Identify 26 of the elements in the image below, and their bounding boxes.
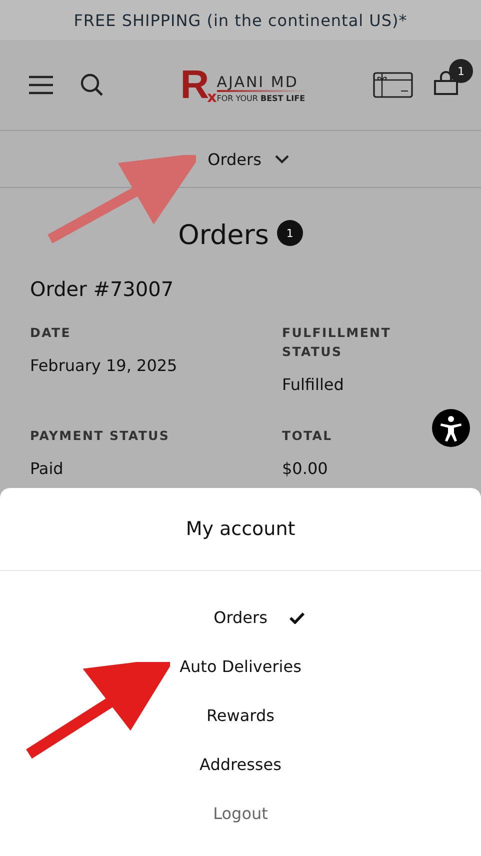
search-icon[interactable] xyxy=(80,73,104,97)
field-label: DATE xyxy=(30,324,72,342)
field-label: PAYMENT STATUS xyxy=(30,427,171,445)
check-icon xyxy=(289,612,306,624)
account-menu-item[interactable]: Logout xyxy=(213,789,268,838)
menu-icon[interactable] xyxy=(28,75,54,95)
accessibility-icon[interactable] xyxy=(432,409,470,447)
field-value: $0.00 xyxy=(282,459,329,478)
shopping-bag-icon[interactable] xyxy=(432,71,459,95)
account-menu-item[interactable]: Addresses xyxy=(200,740,282,789)
account-menu-item[interactable]: Orders xyxy=(176,593,306,642)
field-label: TOTAL xyxy=(282,427,334,445)
gift-card-icon[interactable] xyxy=(372,72,413,98)
account-menu-item[interactable]: Rewards xyxy=(206,691,274,740)
announcement-text: FREE SHIPPING (in the continental US)* xyxy=(74,10,408,30)
chevron-down-icon xyxy=(275,154,290,164)
field-value: Fulfilled xyxy=(282,375,345,394)
field-label: FULFILLMENT STATUS xyxy=(282,324,392,361)
field-value: Paid xyxy=(30,459,64,478)
account-menu-item[interactable]: Auto Deliveries xyxy=(180,642,302,691)
page-title: Orders xyxy=(178,220,269,251)
field-value: February 19, 2025 xyxy=(30,356,178,375)
cart-count-badge: 1 xyxy=(448,59,473,83)
order-count-badge: 1 xyxy=(276,220,303,246)
sheet-title: My account xyxy=(186,518,296,540)
order-number: Order #73007 xyxy=(30,277,175,301)
